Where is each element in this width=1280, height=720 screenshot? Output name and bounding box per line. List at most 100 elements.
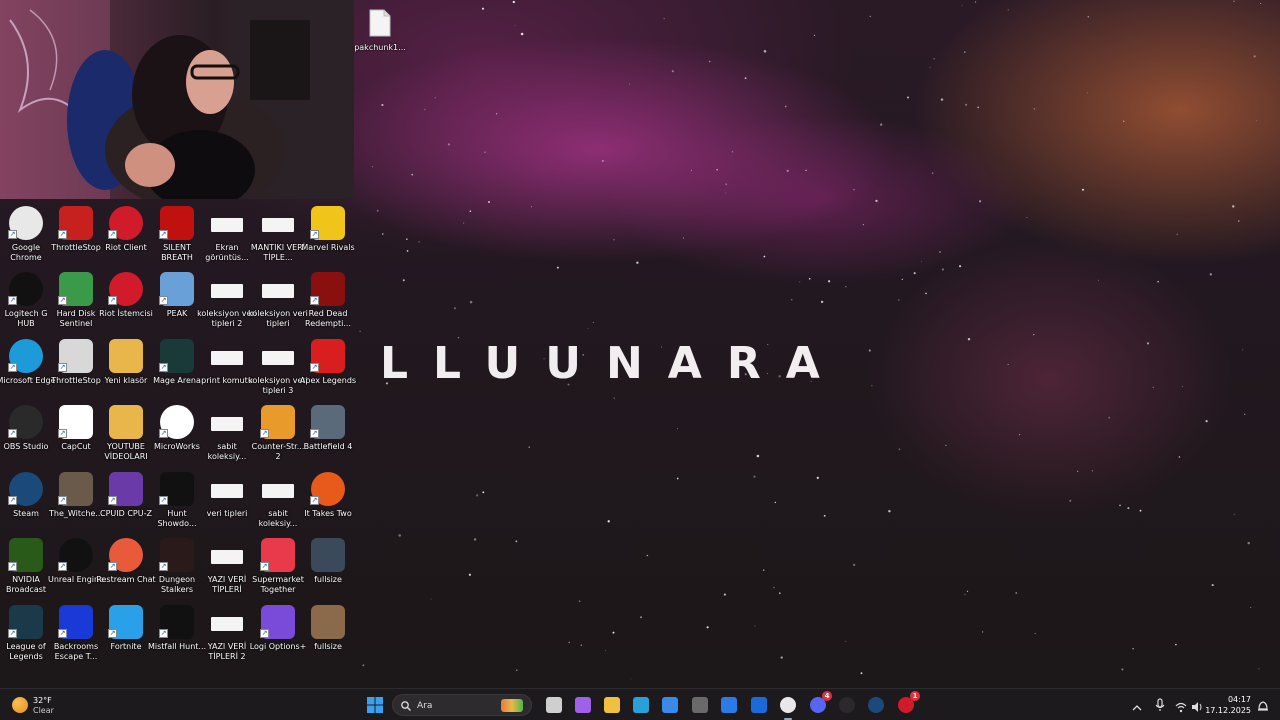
taskbar-chrome[interactable] xyxy=(778,695,798,720)
desktop-icon-peak[interactable]: ↗ PEAK xyxy=(151,272,203,334)
taskbar-store[interactable] xyxy=(660,695,680,715)
taskbar-task-view[interactable] xyxy=(544,695,564,715)
desktop-icon-image-file[interactable]: sabit koleksiy... xyxy=(252,472,304,534)
desktop-icon-riot[interactable]: ↗ Riot İstemcisi xyxy=(99,272,153,334)
star xyxy=(568,641,570,644)
folder-icon xyxy=(109,339,143,373)
desktop-icon-image-file[interactable]: YAZI VERİ TİPLERİ xyxy=(201,538,253,600)
desktop-icon-hunt[interactable]: ↗ Hunt Showdo... xyxy=(151,472,203,534)
desktop-icon-riot[interactable]: ↗ Riot Client xyxy=(100,206,152,268)
desktop-icon-image-file[interactable]: YAZI VERİ TİPLERİ 2 xyxy=(201,605,253,667)
folder-icon xyxy=(109,405,143,439)
desktop-icon-restream[interactable]: ↗ Restream Chat xyxy=(96,538,156,600)
star xyxy=(601,159,604,163)
notification-bell-icon[interactable] xyxy=(1257,698,1269,711)
desktop-icon-hard-disk-sentinel[interactable]: ↗ Hard Disk Sentinel xyxy=(50,272,102,334)
desktop-icon-counter-strike[interactable]: ↗ Counter-Str... 2 xyxy=(252,405,304,467)
star xyxy=(484,151,486,154)
desktop-icon-folder[interactable]: Yeni klasör xyxy=(100,339,152,401)
volume-icon[interactable] xyxy=(1191,698,1203,712)
star xyxy=(515,540,518,543)
desktop-icon-red-dead[interactable]: ↗ Red Dead Redempti... xyxy=(302,272,354,334)
desktop-icon-fortnite[interactable]: ↗ Fortnite xyxy=(100,605,152,667)
star xyxy=(708,60,711,63)
desktop-icon-image-file[interactable]: Ekran görüntüs... xyxy=(201,206,253,268)
desktop-icon-image-thumb[interactable]: fullsize xyxy=(302,538,354,600)
desktop-icon-dungeon-stalkers[interactable]: ↗ Dungeon Stalkers xyxy=(151,538,203,600)
taskbar-riot[interactable]: 1 xyxy=(896,691,920,715)
star xyxy=(469,210,472,212)
wifi-icon[interactable] xyxy=(1175,698,1187,713)
desktop-icon-image-file[interactable]: veri tipleri xyxy=(201,472,253,534)
star xyxy=(1015,592,1017,594)
desktop-icon-folder[interactable]: YOUTUBE VİDEOLARI xyxy=(100,405,152,467)
star xyxy=(362,664,365,667)
taskbar-steam[interactable] xyxy=(866,695,886,715)
folder-icon xyxy=(604,697,620,713)
desktop-icon-capcut[interactable]: ↗ CapCut xyxy=(50,405,102,467)
desktop-icon-supermarket[interactable]: ↗ Supermarket Together xyxy=(252,538,304,600)
desktop-icon-logitech[interactable]: ↗ Logitech G HUB xyxy=(0,272,52,334)
star xyxy=(402,279,405,282)
desktop-icon-obs[interactable]: ↗ OBS Studio xyxy=(0,405,52,467)
desktop-icon-logi-options[interactable]: ↗ Logi Options+ xyxy=(250,605,306,667)
desktop-icon-cpuz[interactable]: ↗ CPUID CPU-Z xyxy=(100,472,152,534)
taskbar-file-explorer[interactable] xyxy=(602,695,622,715)
image-file-icon xyxy=(211,417,243,431)
taskbar-app-dark[interactable] xyxy=(690,695,710,715)
desktop-icon-apex[interactable]: ↗ Apex Legends xyxy=(300,339,356,401)
star xyxy=(628,83,631,85)
taskbar-discord[interactable]: 4 xyxy=(808,691,832,715)
image-file-icon xyxy=(211,284,243,298)
star xyxy=(1034,633,1036,635)
taskbar-vscode-like[interactable] xyxy=(719,695,739,715)
desktop-icon-image-file[interactable]: sabit koleksiy... xyxy=(201,405,253,467)
desktop-icon-image-thumb[interactable]: fullsize xyxy=(302,605,354,667)
weather-widget[interactable]: 32°F Clear xyxy=(8,693,68,717)
desktop-icon-mage-arena[interactable]: ↗ Mage Arena xyxy=(151,339,203,401)
star xyxy=(799,281,801,283)
star xyxy=(778,592,781,595)
star xyxy=(1205,419,1208,423)
star xyxy=(860,672,863,675)
desktop-icon-image-file[interactable]: print komutu xyxy=(201,339,253,401)
chevron-up-icon[interactable] xyxy=(1132,698,1142,711)
desktop-file-pakchunk[interactable]: pakchunk1... xyxy=(354,6,406,68)
desktop-icon-image-file[interactable]: koleksiyon veri tipleri xyxy=(248,272,308,334)
desktop-icon-it-takes-two[interactable]: ↗ It Takes Two xyxy=(302,472,354,534)
desktop-icon-nvidia[interactable]: ↗ NVIDIA Broadcast xyxy=(0,538,52,600)
star xyxy=(1157,280,1159,283)
file-label: pakchunk1... xyxy=(354,43,406,52)
desktop-icon-witcher[interactable]: ↗ The_Witche... xyxy=(49,472,103,534)
star xyxy=(1018,433,1021,436)
desktop-icon-image-file[interactable]: koleksiyon veri tipleri 2 xyxy=(197,272,257,334)
search-icon xyxy=(401,701,411,711)
clock-date: 17.12.2025 xyxy=(1205,706,1251,715)
star xyxy=(913,272,916,275)
desktop-icon-battlefield[interactable]: ↗ Battlefield 4 xyxy=(302,405,354,467)
taskbar-edge[interactable] xyxy=(631,695,651,715)
clock[interactable]: 04:17 17.12.2025 xyxy=(1205,692,1254,718)
task-view-icon xyxy=(546,697,562,713)
desktop-icon-microworks[interactable]: ↗ MicroWorks xyxy=(151,405,203,467)
desktop-icon-steam[interactable]: ↗ Steam xyxy=(0,472,52,534)
desktop-icon-image-file[interactable]: koleksiyon veri tipleri 3 xyxy=(248,339,308,401)
microphone-icon[interactable] xyxy=(1155,697,1165,711)
taskbar-copilot[interactable] xyxy=(573,695,593,715)
star xyxy=(371,166,373,168)
desktop-icon-backrooms[interactable]: ↗ Backrooms Escape T... xyxy=(50,605,102,667)
desktop-icon-mistfall[interactable]: ↗ Mistfall Hunt... xyxy=(148,605,206,667)
desktop-icon-throttlestop[interactable]: ↗ ThrottleStop xyxy=(50,206,102,268)
start-button[interactable] xyxy=(365,695,385,715)
search-input[interactable]: Ara xyxy=(392,694,532,716)
desktop-icon-gear[interactable]: ↗ ThrottleStop xyxy=(50,339,102,401)
desktop-icon-edge[interactable]: ↗ Microsoft Edge xyxy=(0,339,56,401)
taskbar-outlook[interactable] xyxy=(749,695,769,715)
desktop-icon-chrome[interactable]: ↗ Google Chrome xyxy=(0,206,52,268)
desktop-icon-image-file[interactable]: MANTIKI VERİ TİPLE... xyxy=(251,206,305,268)
taskbar-obs[interactable] xyxy=(837,695,857,715)
desktop-icon-league[interactable]: ↗ League of Legends xyxy=(0,605,52,667)
desktop-icon-marvel-rivals[interactable]: ↗ Marvel Rivals xyxy=(301,206,355,268)
desktop-icon-unreal[interactable]: ↗ Unreal Engine xyxy=(48,538,104,600)
desktop-icon-silent-breath[interactable]: ↗ SILENT BREATH xyxy=(151,206,203,268)
